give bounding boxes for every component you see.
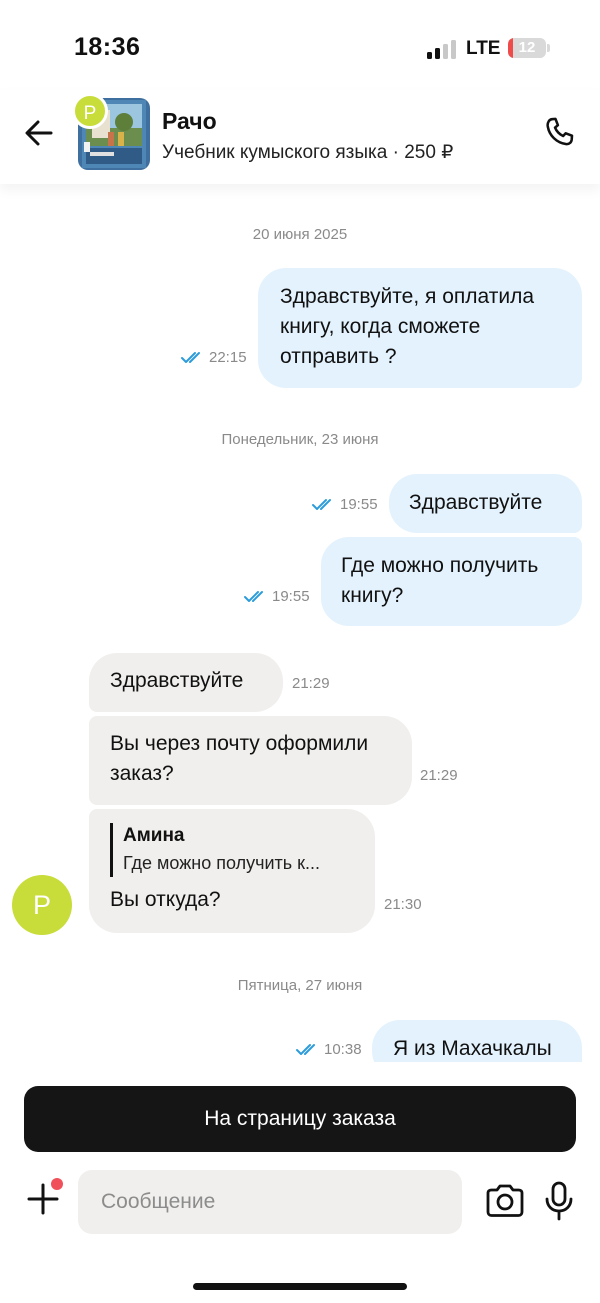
seller-name[interactable]: Рачо <box>162 108 217 135</box>
message-bubble-incoming-reply[interactable]: Амина Где можно получить к... Вы откуда? <box>89 809 375 933</box>
message-text: Здравствуйте, я оплатила книгу, когда см… <box>280 285 534 368</box>
microphone-button[interactable] <box>544 1181 574 1221</box>
reply-author: Амина <box>123 825 185 846</box>
date-separator: 20 июня 2025 <box>252 226 348 243</box>
message-meta: 19:55 <box>244 588 310 605</box>
signal-icon <box>427 39 459 59</box>
chat-header: P Рачо Учебник кумыского языка · 250 ₽ <box>0 90 600 184</box>
message-bubble-outgoing[interactable]: Здравствуйте <box>389 474 582 533</box>
sender-avatar[interactable]: P <box>12 875 72 935</box>
double-check-icon <box>296 1044 315 1055</box>
message-time: 22:15 <box>209 349 247 366</box>
message-meta: 10:38 <box>296 1041 362 1058</box>
call-button[interactable] <box>542 115 578 151</box>
message-time: 21:29 <box>420 767 458 784</box>
message-time: 19:55 <box>340 496 378 513</box>
message-bubble-incoming[interactable]: Вы через почту оформили заказ? <box>89 716 412 805</box>
message-text: Здравствуйте <box>110 669 244 692</box>
message-input[interactable] <box>78 1170 462 1234</box>
message-list[interactable]: 20 июня 2025 22:15 Здравствуйте, я оплат… <box>0 184 600 1062</box>
date-separator: Пятница, 27 июня <box>237 977 363 994</box>
seller-avatar-badge: P <box>72 93 108 129</box>
message-text: Вы откуда? <box>110 888 221 911</box>
message-text: Здравствуйте <box>409 491 543 514</box>
double-check-icon <box>181 352 200 363</box>
arrow-left-icon <box>25 120 53 146</box>
battery-cap <box>547 44 550 52</box>
status-bar: 18:36 LTE 12 <box>0 0 600 90</box>
double-check-icon <box>244 591 263 602</box>
message-bubble-incoming[interactable]: Здравствуйте <box>89 653 283 712</box>
message-text: Где можно получить книгу? <box>341 554 539 607</box>
message-meta: 22:15 <box>181 349 247 366</box>
message-time: 21:30 <box>384 896 422 913</box>
microphone-icon <box>545 1181 573 1221</box>
message-time: 21:29 <box>292 675 330 692</box>
message-meta: 19:55 <box>312 496 378 513</box>
message-bubble-outgoing[interactable]: Где можно получить книгу? <box>321 537 582 626</box>
home-indicator <box>193 1283 407 1290</box>
go-to-order-button[interactable]: На страницу заказа <box>24 1086 576 1152</box>
reply-quote[interactable]: Амина Где можно получить к... <box>110 823 361 877</box>
message-time: 10:38 <box>324 1041 362 1058</box>
camera-icon <box>486 1184 524 1217</box>
status-time: 18:36 <box>74 33 141 61</box>
date-separator: Понедельник, 23 июня <box>221 431 379 448</box>
back-button[interactable] <box>22 116 56 150</box>
composer-area: На страницу заказа <box>0 1062 600 1303</box>
message-text: Я из Махачкалы <box>393 1037 552 1060</box>
phone-icon <box>546 117 574 146</box>
message-bubble-outgoing[interactable]: Я из Махачкалы <box>372 1020 582 1062</box>
double-check-icon <box>312 499 331 510</box>
message-time: 19:55 <box>272 588 310 605</box>
network-type: LTE <box>466 38 501 59</box>
reply-text: Где можно получить к... <box>123 853 321 873</box>
message-bubble-outgoing[interactable]: Здравствуйте, я оплатила книгу, когда см… <box>258 268 582 388</box>
camera-button[interactable] <box>485 1183 525 1219</box>
message-text: Вы через почту оформили заказ? <box>110 732 369 785</box>
product-title-price[interactable]: Учебник кумыского языка · 250 ₽ <box>162 141 453 164</box>
notification-dot <box>51 1178 63 1190</box>
battery-percent: 12 <box>518 39 536 56</box>
battery-icon: 12 <box>508 38 546 58</box>
